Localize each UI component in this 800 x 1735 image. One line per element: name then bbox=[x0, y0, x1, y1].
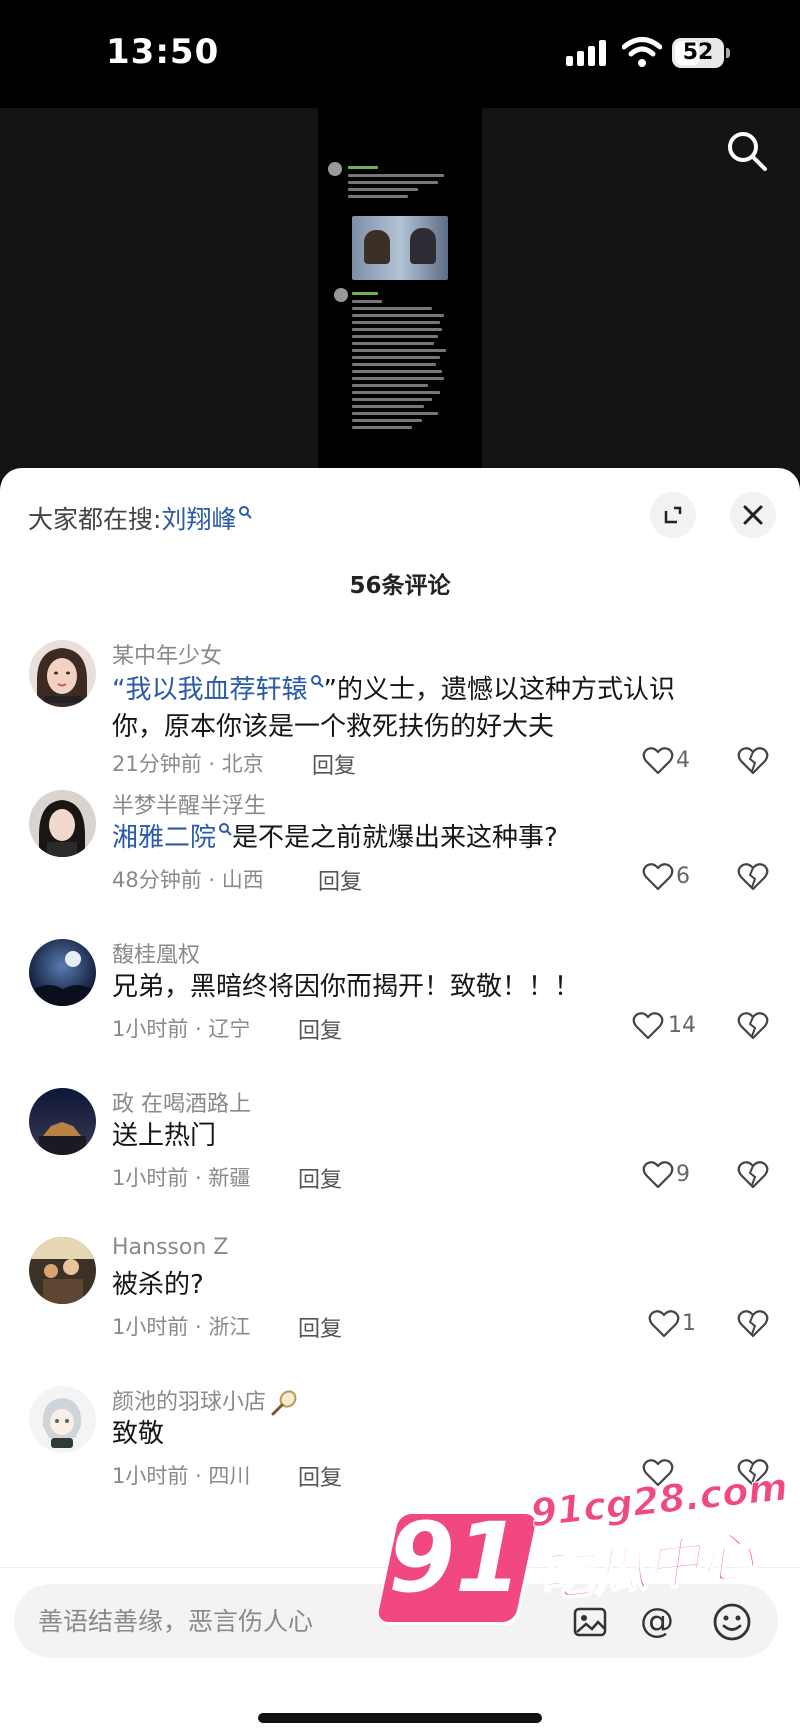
avatar[interactable] bbox=[29, 1386, 96, 1453]
image-icon[interactable] bbox=[572, 1604, 608, 1640]
at-icon[interactable]: @ bbox=[638, 1602, 676, 1640]
trending-search-label: 大家都在搜: bbox=[28, 505, 162, 534]
battery-icon: 52 bbox=[672, 38, 732, 68]
avatar[interactable] bbox=[29, 640, 96, 707]
comment-username[interactable]: 颜池的羽球小店 bbox=[112, 1384, 298, 1417]
avatar[interactable] bbox=[29, 1237, 96, 1304]
video-thumbnail bbox=[318, 108, 482, 468]
comment-text: “我以我血荐轩辕 ”的义士，遗憾以这种方式认识你，原本你该是一个救死扶伤的好大夫 bbox=[112, 672, 752, 746]
comment-item: 半梦半醒半浮生 湘雅二院 是不是之前就爆出来这种事? 48分钟前 · 山西 回复 … bbox=[0, 786, 800, 926]
dislike-icon[interactable] bbox=[737, 1011, 769, 1041]
avatar[interactable] bbox=[29, 1088, 96, 1155]
video-area[interactable] bbox=[0, 108, 800, 480]
trending-search-hint[interactable]: 大家都在搜:刘翔峰 bbox=[28, 500, 253, 536]
emoji-icon[interactable] bbox=[712, 1602, 752, 1642]
comment-text: 兄弟，黑暗终将因你而揭开！致敬！！！ bbox=[112, 972, 581, 1002]
comment-sheet: 大家都在搜:刘翔峰 56条评论 某中年少女 “我以我血荐轩辕 ”的义士，遗憾以这… bbox=[0, 468, 800, 1735]
comment-topic-link[interactable]: 湘雅二院 bbox=[112, 823, 216, 853]
battery-level: 52 bbox=[682, 40, 714, 65]
comment-input-bar: @ bbox=[0, 1567, 800, 1735]
reply-button[interactable]: 回复 bbox=[318, 864, 362, 896]
avatar[interactable] bbox=[29, 790, 96, 857]
comment-item: Hansson Z 被杀的? 1小时前 · 浙江 回复 1 bbox=[0, 1233, 800, 1373]
signal-icon bbox=[566, 40, 606, 66]
comment-time-location: 48分钟前 · 山西 bbox=[112, 868, 264, 892]
dislike-icon[interactable] bbox=[737, 1160, 769, 1190]
comment-item: 政 在喝酒路上 送上热门 1小时前 · 新疆 回复 9 bbox=[0, 1084, 800, 1224]
comment-item: 某中年少女 “我以我血荐轩辕 ”的义士，遗憾以这种方式认识你，原本你该是一个救死扶… bbox=[0, 636, 800, 779]
like-count: 9 bbox=[676, 1162, 690, 1187]
trending-search-term[interactable]: 刘翔峰 bbox=[161, 505, 236, 534]
close-icon bbox=[743, 505, 763, 525]
reply-button[interactable]: 回复 bbox=[298, 1311, 342, 1343]
comment-username-text: 颜池的羽球小店 bbox=[112, 1390, 267, 1415]
expand-icon bbox=[664, 506, 682, 524]
dislike-icon[interactable] bbox=[737, 746, 769, 776]
comment-text: 湘雅二院 是不是之前就爆出来这种事? bbox=[112, 820, 752, 857]
comment-time-location: 1小时前 · 辽宁 bbox=[112, 1017, 251, 1041]
comment-text: 被杀的? bbox=[112, 1270, 204, 1300]
like-icon[interactable] bbox=[642, 746, 674, 776]
like-icon[interactable] bbox=[642, 862, 674, 892]
like-icon[interactable] bbox=[642, 1160, 674, 1190]
comment-username[interactable]: 半梦半醒半浮生 bbox=[112, 788, 266, 820]
search-small-icon bbox=[239, 505, 253, 519]
search-small-icon bbox=[310, 675, 324, 689]
wifi-icon bbox=[622, 37, 662, 67]
comment-time-location: 1小时前 · 浙江 bbox=[112, 1315, 251, 1339]
comment-username[interactable]: 某中年少女 bbox=[112, 638, 222, 670]
dislike-icon[interactable] bbox=[737, 862, 769, 892]
comment-username[interactable]: 馥桂凰权 bbox=[112, 937, 200, 969]
status-bar: 13:50 52 bbox=[0, 0, 800, 108]
like-count: 6 bbox=[676, 864, 690, 889]
expand-button[interactable] bbox=[650, 492, 696, 538]
search-icon[interactable] bbox=[726, 130, 768, 172]
like-count: 4 bbox=[676, 748, 690, 773]
comment-time-location: 21分钟前 · 北京 bbox=[112, 752, 264, 776]
reply-button[interactable]: 回复 bbox=[312, 748, 356, 780]
comment-item: 馥桂凰权 兄弟，黑暗终将因你而揭开！致敬！！！ 1小时前 · 辽宁 回复 14 bbox=[0, 935, 800, 1075]
like-count: 1 bbox=[682, 1311, 696, 1336]
avatar[interactable] bbox=[29, 939, 96, 1006]
comment-text: 送上热门 bbox=[112, 1121, 217, 1151]
home-indicator bbox=[258, 1713, 542, 1723]
reply-button[interactable]: 回复 bbox=[298, 1162, 342, 1194]
close-button[interactable] bbox=[730, 492, 776, 538]
comment-username[interactable]: Hansson Z bbox=[112, 1235, 228, 1260]
comment-text-body: 是不是之前就爆出来这种事? bbox=[232, 823, 558, 853]
like-icon[interactable] bbox=[632, 1011, 664, 1041]
comment-topic-link[interactable]: 我以我血荐轩辕 bbox=[125, 675, 307, 705]
comment-text-quote: “ bbox=[112, 675, 126, 705]
comment-text-body: ”的义士，遗憾以这种方式认识 bbox=[323, 675, 675, 705]
comment-item: 颜池的羽球小店 致敬 1小时前 · 四川 回复 bbox=[0, 1382, 800, 1522]
dislike-icon[interactable] bbox=[737, 1309, 769, 1339]
reply-button[interactable]: 回复 bbox=[298, 1460, 342, 1492]
comment-username[interactable]: 政 在喝酒路上 bbox=[112, 1086, 251, 1118]
search-small-icon bbox=[219, 823, 232, 837]
dislike-icon[interactable] bbox=[737, 1458, 769, 1488]
reply-button[interactable]: 回复 bbox=[298, 1013, 342, 1045]
comment-text-body: 你，原本你该是一个救死扶伤的好大夫 bbox=[112, 712, 555, 742]
comment-count: 56条评论 bbox=[349, 573, 451, 599]
like-icon[interactable] bbox=[648, 1309, 680, 1339]
like-icon[interactable] bbox=[642, 1458, 674, 1488]
status-time: 13:50 bbox=[106, 32, 220, 72]
comment-time-location: 1小时前 · 四川 bbox=[112, 1464, 251, 1488]
comment-text: 致敬 bbox=[112, 1419, 165, 1449]
comment-time-location: 1小时前 · 新疆 bbox=[112, 1166, 251, 1190]
like-count: 14 bbox=[668, 1013, 696, 1038]
badminton-racket-icon bbox=[271, 1390, 297, 1416]
